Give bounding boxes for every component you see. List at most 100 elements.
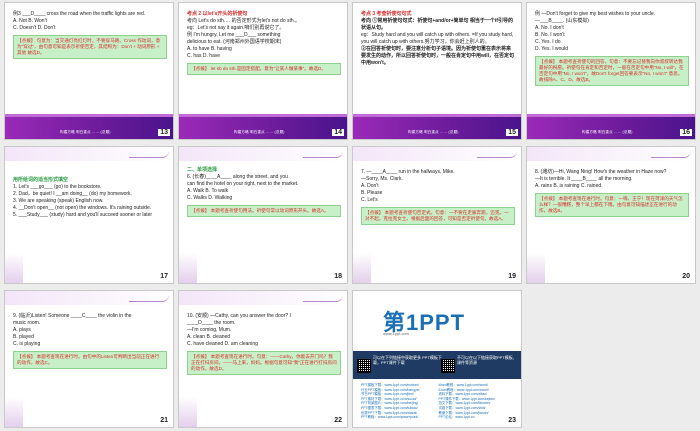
slide-thumbnail[interactable]: 7. —____A____ run in the hallways, Mike.… bbox=[352, 146, 522, 284]
slide-line: —___B____. (山东模拟) bbox=[535, 18, 589, 24]
slide-number: 22 bbox=[332, 417, 344, 424]
slide-sorter-grid: 例3 ___D____ cross the road when the traf… bbox=[0, 0, 700, 431]
slide-number: 14 bbox=[332, 129, 344, 136]
link-item[interactable]: PPT论坛：www.1ppt.cn bbox=[439, 415, 514, 420]
slide-content: 例 —Don't forget to give my best wishes t… bbox=[535, 11, 689, 86]
explanation-box: 【点拨】 本题考查祈使句否定式。句意：一不要在走廊奔跑，迈克。一对不起，克拉克女… bbox=[361, 207, 515, 225]
slide-thumbnail[interactable]: 用所给词的适当形式填空 1. Let's ___go___ (go) to th… bbox=[4, 146, 174, 284]
slide-line: A. clean B. cleaned bbox=[187, 334, 231, 340]
slide-line: 例3 ___D____ cross the road when the traf… bbox=[13, 11, 146, 17]
slide-line: 考点 3 考查祈使句句式 bbox=[361, 11, 412, 17]
slide-content: 考点 2 以let's开头的祈使句 考向 Let's do sth.… 的否定形… bbox=[187, 11, 341, 75]
slide-line: A. Not B. Won't bbox=[13, 18, 47, 24]
slide-content: 例3 ___D____ cross the road when the traf… bbox=[13, 11, 167, 59]
slide-content: 考点 3 考查祈使句句式 考向 ①常用祈使句句式：祈使句+and/or+简单句 … bbox=[361, 11, 515, 67]
slide-line: C. Doesn't D. Don't bbox=[13, 25, 56, 31]
slide-number: 23 bbox=[506, 417, 518, 424]
slide-line: A. plays bbox=[13, 327, 31, 333]
slide-line: 5. ___Study___ (study) hard and you'll s… bbox=[13, 212, 153, 218]
slide-content: 用所给词的适当形式填空 1. Let's ___go___ (go) to th… bbox=[13, 177, 167, 219]
slide-thumbnail[interactable]: 考点 2 以let's开头的祈使句 考向 Let's do sth.… 的否定形… bbox=[178, 2, 348, 140]
promo-text-left: 可以在下列链接中获取更多 PPT模板下载，PPT课件下载 bbox=[373, 355, 442, 365]
qr-code-icon bbox=[357, 359, 371, 373]
slide-thumbnail[interactable]: 10. (安顺) —Cathy, can you answer the door… bbox=[178, 290, 348, 428]
slide-line: 考向 Let's do sth.… 的否定形式为let's not do sth… bbox=[187, 18, 301, 24]
slide-footer-band: 构建方略 明白重点 …… (总题) bbox=[353, 114, 521, 139]
link-list: PPT模板下载：www.1ppt.com/moban/ 行业PPT模板：www.… bbox=[361, 383, 513, 420]
link-item[interactable]: PPT教程：www.1ppt.com/powerpoint/ bbox=[361, 415, 436, 420]
slide-line: 8. (潍坊)—Hi, Wang Ning! How's the weather… bbox=[535, 169, 667, 175]
slide-line: B. played bbox=[13, 334, 34, 340]
slide-line: ②在回答祈使句时，要注意分析句子语境。因为祈使句重在表示将来要发生的动作，所以回… bbox=[361, 46, 515, 66]
slide-line: 2. Dad，be quiet! I __am doing__ (do) my … bbox=[13, 191, 132, 197]
slide-line: 7. —____A____ run in the hallways, Mike. bbox=[361, 169, 455, 175]
slide-line: 10. (安顺) —Cathy, can you answer the door… bbox=[187, 313, 291, 319]
slide-thumbnail[interactable]: 例3 ___D____ cross the road when the traf… bbox=[4, 2, 174, 140]
explanation-box: 【点拨】 let sb do sth.是固定搭配，意为"让某人做某事"。故选D。 bbox=[187, 63, 341, 75]
slide-line: 9. (临沂)Listen! Someone ____C____ the vio… bbox=[13, 313, 132, 319]
slide-content: 8. (潍坊)—Hi, Wang Ning! How's the weather… bbox=[535, 169, 689, 217]
slide-line: C. Let's bbox=[361, 197, 378, 203]
explanation-box: 【点拨】 本题考查祈使句用法。祈使句常以动词原形开头。故选A。 bbox=[187, 205, 341, 217]
slide-line: B. No. I won't bbox=[535, 32, 565, 38]
slide-line: D. Yes. I would bbox=[535, 46, 569, 52]
slide-content: 7. —____A____ run in the hallways, Mike.… bbox=[361, 169, 515, 225]
slide-header-bar bbox=[5, 147, 173, 161]
slide-line: 用所给词的适当形式填空 bbox=[13, 177, 69, 183]
slide-line: eg：Let's not say it again.咱们别再说它了。 bbox=[187, 25, 285, 31]
slide-content: 9. (临沂)Listen! Someone ____C____ the vio… bbox=[13, 313, 167, 369]
slide-thumbnail[interactable]: 8. (潍坊)—Hi, Wang Ning! How's the weather… bbox=[526, 146, 696, 284]
slide-line: 4. __Don't open__ (not open) the windows… bbox=[13, 205, 152, 211]
slide-thumbnail[interactable]: 第1PPT www.1ppt.com 可以在下列链接中获取更多 PPT模板下载，… bbox=[352, 290, 522, 428]
slide-line: B. Please bbox=[361, 190, 383, 196]
slide-header-bar bbox=[179, 147, 347, 161]
slide-line: ____D____ the room. bbox=[187, 320, 236, 326]
slide-line: C. have cleaned D. am cleaning bbox=[187, 341, 258, 347]
promo-band: 可以在下列链接中获取更多 PPT模板下载，PPT课件下载 不可以在以下链接获取P… bbox=[353, 351, 521, 379]
slide-footer-band: 构建方略 明白重点 …… (总题) bbox=[5, 114, 173, 139]
slide-line: A. to have B. having bbox=[187, 46, 232, 52]
slide-thumbnail[interactable]: 考点 3 考查祈使句句式 考向 ①常用祈使句句式：祈使句+and/or+简单句 … bbox=[352, 2, 522, 140]
slide-line: —It is terrible. It ____B____ all the mo… bbox=[535, 176, 633, 182]
explanation-box: 【点拨】 句意为：当交通灯亮红灯时，不要穿马路。Cross 作动词，意为"穿过"… bbox=[13, 35, 167, 59]
slide-number: 16 bbox=[680, 129, 692, 136]
slide-number: 15 bbox=[506, 129, 518, 136]
slide-line: 二、单项选择 bbox=[187, 167, 218, 173]
slide-header-bar bbox=[353, 147, 521, 161]
slide-line: C. has D. have bbox=[187, 53, 221, 59]
slide-footer-band: 构建方略 明白重点 …… (总题) bbox=[179, 114, 347, 139]
qr-code-icon bbox=[441, 359, 455, 373]
slide-line: A. Walk B. To walk bbox=[187, 188, 229, 194]
slide-thumbnail[interactable]: 二、单项选择 6. (长春)____A____ along the street… bbox=[178, 146, 348, 284]
slide-line: —I'm coming, Mum. bbox=[187, 327, 232, 333]
slide-thumbnail[interactable]: 9. (临沂)Listen! Someone ____C____ the vio… bbox=[4, 290, 174, 428]
slide-line: 考向 ①常用祈使句句式：祈使句+and/or+简单句 相当于一个if引导的状语从… bbox=[361, 18, 513, 31]
slide-line: 例 —Don't forget to give my best wishes t… bbox=[535, 11, 656, 17]
explanation-box: 【点拨】 本题考查现在进行时。由句中的Listen可判断出当前正在进行的动作，故… bbox=[13, 351, 167, 369]
explanation-box: 【点拨】 本题考查现在进行时。句意：——Cathy，你能去开门吗？我正在打扫房间… bbox=[187, 351, 341, 375]
slide-line: 考点 2 以let's开头的祈使句 bbox=[187, 11, 248, 17]
slide-header-bar bbox=[179, 291, 347, 305]
slide-line: delicious to eat. (河南郑州外国语学校期末) bbox=[187, 39, 282, 45]
slide-content: 10. (安顺) —Cathy, can you answer the door… bbox=[187, 313, 341, 375]
explanation-box: 【点拨】 本题考查现在进行时。句意：一嗨，王宁！现在菏泽的天气怎么样？—很糟糕，… bbox=[535, 193, 689, 217]
slide-number: 19 bbox=[506, 273, 518, 280]
promo-text-right: 不可以在以下链接获取PPT模板、课件等资源 bbox=[457, 355, 517, 365]
slide-line: can find the hotel on your right, next t… bbox=[187, 181, 299, 187]
slide-number: 13 bbox=[158, 129, 170, 136]
slide-header-bar bbox=[527, 147, 695, 161]
slide-line: music room. bbox=[13, 320, 41, 326]
slide-footer-band: 构建方略 明白重点 …… (总题) bbox=[527, 114, 695, 139]
slide-number: 17 bbox=[158, 273, 170, 280]
slide-line: C. is playing bbox=[13, 341, 41, 347]
slide-line: A. No. I don't bbox=[535, 25, 564, 31]
brand-url: www.1ppt.com bbox=[383, 331, 410, 336]
slide-thumbnail[interactable]: 例 —Don't forget to give my best wishes t… bbox=[526, 2, 696, 140]
slide-line: eg：Study hard and you will catch up with… bbox=[361, 32, 514, 45]
slide-header-bar bbox=[5, 291, 173, 305]
slide-line: 例 I'm hungry. Let me ___D___ something bbox=[187, 32, 281, 38]
slide-line: 3. We are speaking (speak) English now. bbox=[13, 198, 104, 204]
slide-line: A. rains B. is raining C. rained bbox=[535, 183, 602, 189]
slide-line: A. Don't bbox=[361, 183, 379, 189]
explanation-box: 【点拨】 本题考查祈使句的回答。句意：不要忘记替我向你叔叔转达我最好的祝愿。祈使… bbox=[535, 56, 689, 86]
